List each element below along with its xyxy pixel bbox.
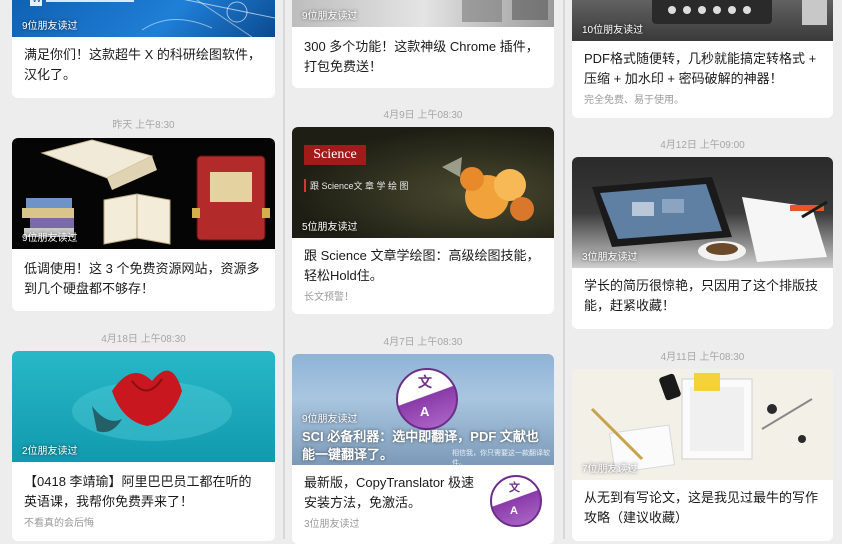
friends-read-count: 9位朋友读过 — [22, 21, 78, 32]
date-separator: 4月12日 上午09:00 — [660, 140, 745, 151]
friends-read-count: 2位朋友读过 — [22, 446, 78, 457]
article-title: 【0418 李靖瑜】阿里巴巴员工都在听的英语课，我帮你免费弄来了！ — [24, 474, 252, 509]
thumbnail-overlay-caption: 相信我，你只需要这一款翻译软件。 — [452, 450, 550, 465]
friends-read-count: 3位朋友读过 — [304, 519, 360, 530]
article-card[interactable]: 文 A 9位朋友读过 SCI 必备利器：选中即翻译，PDF 文献也能一键翻译了。… — [292, 354, 554, 544]
friends-read-count: 9位朋友读过 — [22, 233, 78, 244]
article-card[interactable]: 9位朋友读过 低调使用！这 3 个免费资源网站，资源多到几个硬盘都不够存！ — [12, 138, 275, 311]
article-card[interactable]: Science 跟 Science文 章 学 绘 图 5位朋友读过 跟 Scie… — [292, 127, 554, 314]
friends-read-count: 5位朋友读过 — [302, 222, 358, 233]
svg-text:W: W — [32, 0, 42, 5]
column-divider — [563, 0, 565, 539]
article-title: 低调使用！这 3 个免费资源网站，资源多到几个硬盘都不够存！ — [24, 261, 260, 296]
article-card[interactable]: 9位朋友读过 300 多个功能！这款神级 Chrome 插件，打包免费送！ — [292, 0, 554, 88]
date-separator: 昨天 上午8:30 — [112, 120, 175, 131]
article-subtitle: 完全免费、易于使用。 — [584, 95, 684, 106]
article-thumbnail: W 9位朋友读过 — [12, 0, 275, 37]
article-title: 从无到有写论文，这是我见过最牛的写作攻略（建议收藏） — [584, 490, 819, 525]
article-thumbnail: 2位朋友读过 — [12, 351, 275, 462]
article-subtitle: 长文预警！ — [304, 292, 354, 303]
feed-column-3: 10位朋友读过 PDF格式随便转，几秒就能搞定转格式 + 压缩 + 加水印 + … — [572, 0, 833, 541]
article-card[interactable]: 3位朋友读过 学长的简历很惊艳，只因用了这个排版技能，赶紧收藏！ — [572, 157, 833, 329]
science-logo: Science — [304, 145, 366, 165]
article-thumbnail: 7位朋友读过 — [572, 369, 833, 480]
article-card[interactable]: 7位朋友读过 从无到有写论文，这是我见过最牛的写作攻略（建议收藏） — [572, 369, 833, 541]
date-separator: 4月7日 上午08:30 — [383, 337, 463, 348]
friends-read-count: 3位朋友读过 — [582, 252, 638, 263]
date-separator: 4月11日 上午08:30 — [660, 352, 745, 363]
article-title: 300 多个功能！这款神级 Chrome 插件，打包免费送！ — [304, 39, 539, 74]
article-thumbnail: 9位朋友读过 — [12, 138, 275, 249]
friends-read-count: 9位朋友读过 — [302, 11, 358, 22]
article-title: 跟 Science 文章学绘图：高级绘图技能，轻松Hold住。 — [304, 248, 540, 283]
article-card[interactable]: 10位朋友读过 PDF格式随便转，几秒就能搞定转格式 + 压缩 + 加水印 + … — [572, 0, 833, 118]
article-thumbnail: 9位朋友读过 — [292, 0, 554, 27]
copytranslator-app-icon: 文 A — [490, 475, 542, 527]
article-thumbnail: 3位朋友读过 — [572, 157, 833, 268]
article-thumbnail: 文 A 9位朋友读过 SCI 必备利器：选中即翻译，PDF 文献也能一键翻译了。… — [292, 354, 554, 465]
article-title: 学长的简历很惊艳，只因用了这个排版技能，赶紧收藏！ — [584, 278, 819, 313]
article-card[interactable]: 2位朋友读过 【0418 李靖瑜】阿里巴巴员工都在听的英语课，我帮你免费弄来了！… — [12, 351, 275, 541]
friends-read-count: 9位朋友读过 — [302, 414, 358, 425]
friends-read-count: 10位朋友读过 — [582, 25, 644, 36]
feed-column-1: W 9位朋友读过 满足你们！这款超牛 X 的科研绘图软件，汉化了。 昨天 上午8… — [12, 0, 275, 541]
article-title: PDF格式随便转，几秒就能搞定转格式 + 压缩 + 加水印 + 密码破解的神器！ — [584, 51, 817, 86]
date-separator: 4月18日 上午08:30 — [101, 334, 186, 345]
article-title: 满足你们！这款超牛 X 的科研绘图软件，汉化了。 — [24, 47, 261, 82]
thumbnail-banner-text: 跟 Science文 章 学 绘 图 — [304, 179, 409, 192]
article-card[interactable]: W 9位朋友读过 满足你们！这款超牛 X 的科研绘图软件，汉化了。 — [12, 0, 275, 98]
article-subtitle: 不看真的会后悔 — [24, 518, 94, 529]
column-divider — [283, 0, 285, 539]
article-thumbnail: Science 跟 Science文 章 学 绘 图 5位朋友读过 — [292, 127, 554, 238]
date-separator: 4月9日 上午08:30 — [383, 110, 463, 121]
article-title: 最新版，CopyTranslator 极速安装方法，免激活。 — [304, 475, 474, 510]
friends-read-count: 7位朋友读过 — [582, 464, 638, 475]
article-thumbnail: 10位朋友读过 — [572, 0, 833, 41]
feed-column-2: 9位朋友读过 300 多个功能！这款神级 Chrome 插件，打包免费送！ 4月… — [292, 0, 554, 544]
copytranslator-app-icon: 文 A — [396, 368, 458, 430]
